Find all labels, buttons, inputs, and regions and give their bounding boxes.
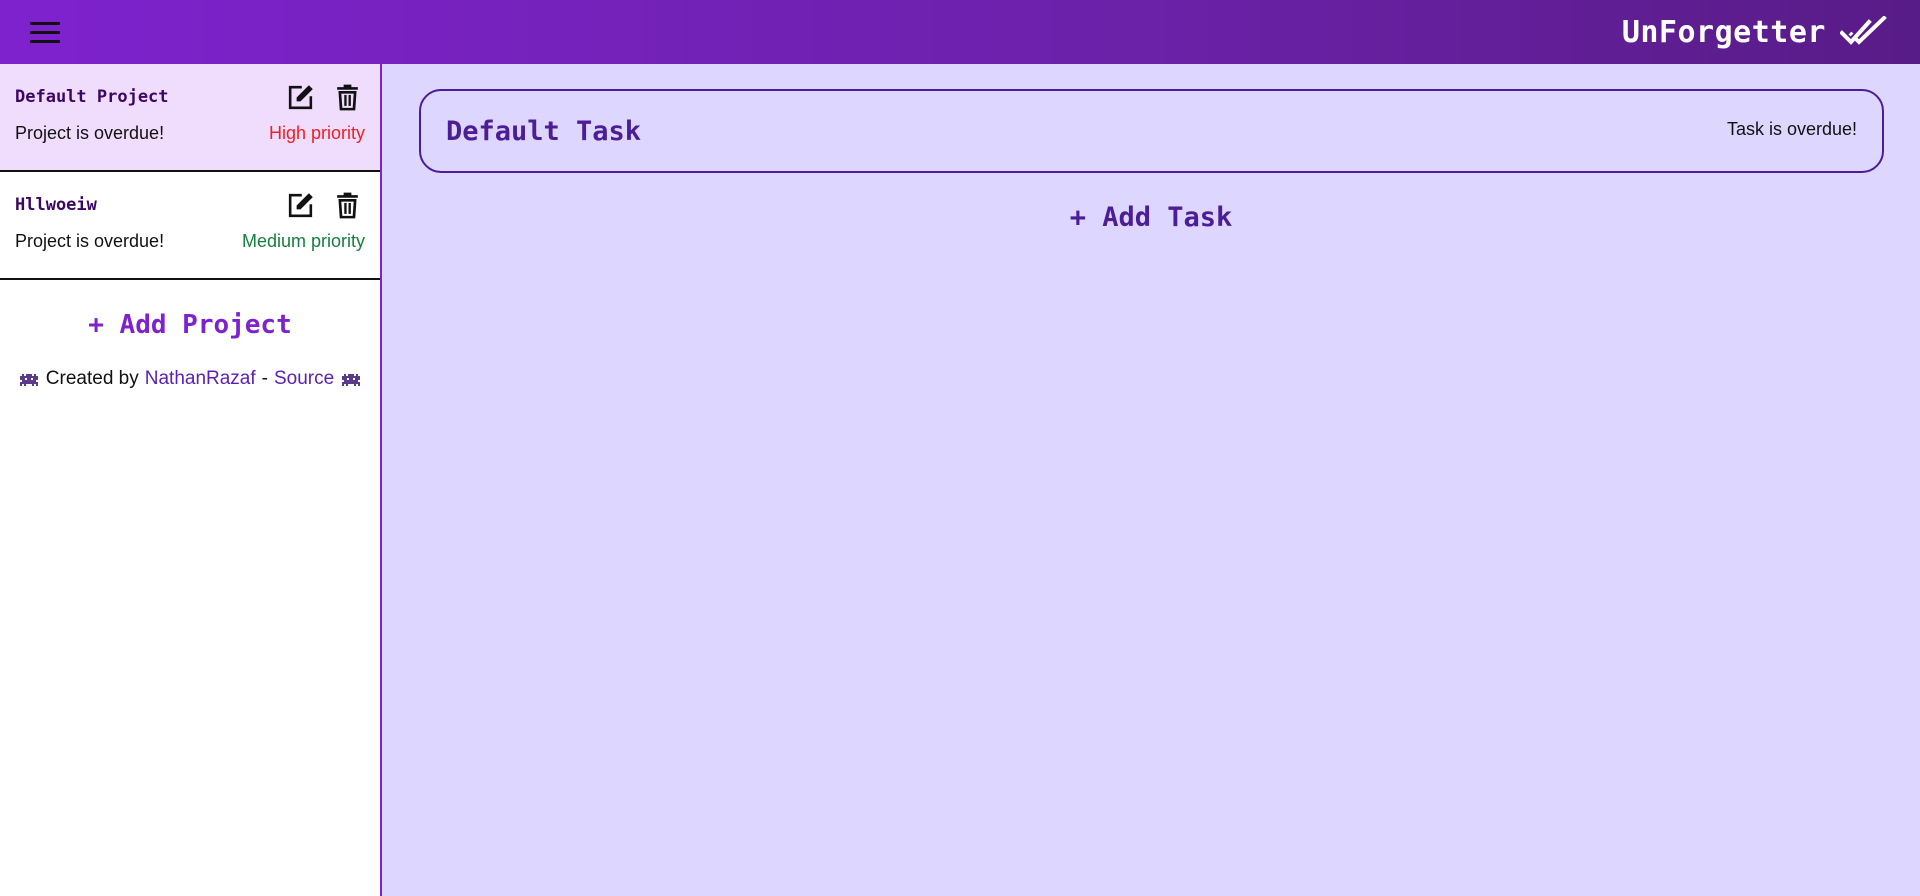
priority-label: High priority bbox=[268, 123, 365, 143]
project-name: Hllwoeiw bbox=[15, 195, 97, 215]
project-item[interactable]: Default Project Project is overdue! High… bbox=[0, 64, 380, 172]
priority-label: Medium priority bbox=[241, 231, 365, 251]
project-status: Project is overdue! bbox=[15, 231, 165, 251]
credits-prefix: Created by bbox=[45, 368, 139, 389]
credits: Created by NathanRazaf - Source bbox=[0, 368, 380, 390]
space-invader-icon bbox=[342, 374, 361, 386]
hamburger-menu-icon[interactable] bbox=[30, 12, 70, 52]
credits-separator: - bbox=[261, 368, 268, 389]
task-item[interactable]: Default Task Task is overdue! bbox=[419, 89, 1884, 173]
space-invader-icon bbox=[19, 374, 38, 386]
brand: UnForgetter bbox=[1622, 15, 1888, 50]
app-title: UnForgetter bbox=[1621, 14, 1826, 50]
project-status: Project is overdue! bbox=[15, 123, 165, 143]
author-link[interactable]: NathanRazaf bbox=[145, 368, 256, 390]
add-project-button[interactable]: + Add Project bbox=[0, 310, 380, 340]
task-panel: Default Task Task is overdue! + Add Task bbox=[382, 64, 1920, 896]
add-task-button[interactable]: + Add Task bbox=[382, 202, 1920, 233]
task-status: Task is overdue! bbox=[1726, 118, 1857, 139]
task-name: Default Task bbox=[446, 115, 642, 147]
edit-icon[interactable] bbox=[285, 82, 316, 113]
source-link[interactable]: Source bbox=[274, 368, 334, 390]
trash-icon[interactable] bbox=[332, 190, 363, 221]
project-name: Default Project bbox=[15, 87, 169, 107]
double-check-icon bbox=[1840, 16, 1888, 48]
trash-icon[interactable] bbox=[332, 82, 363, 113]
sidebar: Default Project Project is overdue! High… bbox=[0, 64, 382, 896]
app-header: UnForgetter bbox=[0, 0, 1920, 64]
project-item[interactable]: Hllwoeiw Project is overdue! Medium prio… bbox=[0, 172, 380, 280]
edit-icon[interactable] bbox=[285, 190, 316, 221]
